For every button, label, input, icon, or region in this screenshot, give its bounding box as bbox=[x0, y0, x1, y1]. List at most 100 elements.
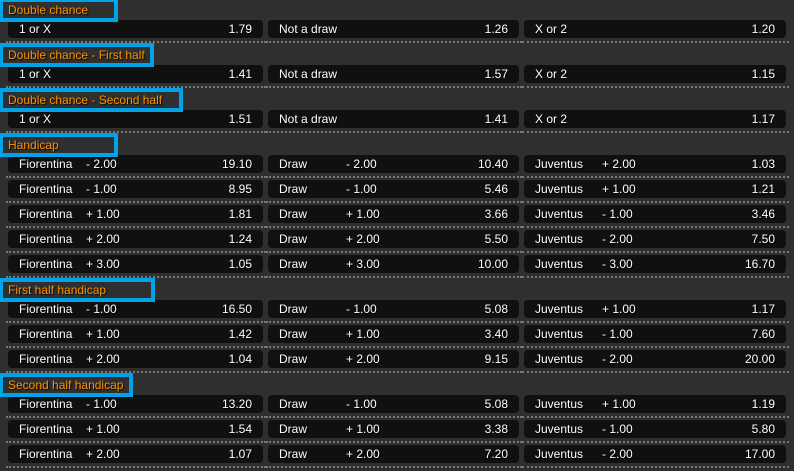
odds-value: 5.50 bbox=[484, 232, 508, 246]
handicap-value: + 1.00 bbox=[346, 422, 380, 436]
selection-label: Fiorentina bbox=[19, 157, 73, 171]
odds-cell[interactable]: Juventus + 1.00 1.19 bbox=[522, 395, 789, 418]
selection-label: Juventus bbox=[535, 352, 584, 366]
section-rows: 1 or X 1.51 Not a draw 1.41 X or 2 1.17 bbox=[0, 110, 794, 133]
selection-label: Draw bbox=[279, 327, 308, 341]
selection-label: Draw bbox=[279, 157, 308, 171]
handicap-value: + 3.00 bbox=[346, 257, 380, 271]
odds-value: 1.54 bbox=[228, 422, 252, 436]
odds-cell[interactable]: Fiorentina + 3.00 1.05 bbox=[6, 255, 266, 278]
odds-value: 8.95 bbox=[228, 182, 252, 196]
odds-cell[interactable]: Not a draw 1.26 bbox=[266, 20, 522, 43]
selection-label: 1 or X bbox=[19, 22, 52, 36]
odds-cell[interactable]: Not a draw 1.41 bbox=[266, 110, 522, 133]
odds-cell[interactable]: Draw + 2.00 9.15 bbox=[266, 350, 522, 373]
selection-label: Not a draw bbox=[279, 22, 338, 36]
odds-cell[interactable]: 1 or X 1.51 bbox=[6, 110, 266, 133]
odds-cell[interactable]: X or 2 1.15 bbox=[522, 65, 789, 88]
odds-cell[interactable]: Fiorentina - 1.00 16.50 bbox=[6, 300, 266, 323]
odds-cell[interactable]: Fiorentina + 1.00 1.42 bbox=[6, 325, 266, 348]
odds-cell[interactable]: Fiorentina + 1.00 1.81 bbox=[6, 205, 266, 228]
handicap-value: + 2.00 bbox=[86, 352, 120, 366]
odds-cell[interactable]: Draw + 2.00 5.50 bbox=[266, 230, 522, 253]
odds-section-first-half-handicap: First half handicap Fiorentina - 1.00 16.50… bbox=[0, 278, 794, 373]
selection-label: Draw bbox=[279, 207, 308, 221]
odds-cell[interactable]: Juventus + 1.00 1.21 bbox=[522, 180, 789, 203]
handicap-value: + 2.00 bbox=[346, 447, 380, 461]
section-header: Double chance - First half bbox=[0, 43, 794, 67]
odds-cell[interactable]: Juventus - 3.00 16.70 bbox=[522, 255, 789, 278]
odds-cell[interactable]: Fiorentina - 2.00 19.10 bbox=[6, 155, 266, 178]
odds-cell[interactable]: Juventus + 2.00 1.03 bbox=[522, 155, 789, 178]
selection-label: Draw bbox=[279, 422, 308, 436]
selection-label: Juventus bbox=[535, 422, 584, 436]
betting-odds-panel: Double chance 1 or X 1.79 Not a draw 1.26 X o… bbox=[0, 0, 794, 471]
odds-cell[interactable]: Juventus - 1.00 7.60 bbox=[522, 325, 789, 348]
odds-value: 5.80 bbox=[751, 422, 775, 436]
odds-cell[interactable]: Draw + 2.00 7.20 bbox=[266, 445, 522, 468]
odds-row: Fiorentina + 1.00 1.81 Draw + 1.00 3.66 Juvent… bbox=[6, 205, 789, 228]
odds-section-double-chance: Double chance 1 or X 1.79 Not a draw 1.26 X o… bbox=[0, 0, 794, 43]
odds-cell[interactable]: Not a draw 1.57 bbox=[266, 65, 522, 88]
odds-cell[interactable]: Draw - 1.00 5.08 bbox=[266, 395, 522, 418]
selection-label: Fiorentina bbox=[19, 352, 73, 366]
selection-label: Juventus bbox=[535, 257, 584, 271]
odds-cell[interactable]: X or 2 1.17 bbox=[522, 110, 789, 133]
odds-section-double-chance-second-half: Double chance - Second half 1 or X 1.51 Not… bbox=[0, 88, 794, 133]
selection-label: Fiorentina bbox=[19, 327, 73, 341]
odds-cell[interactable]: Draw + 3.00 10.00 bbox=[266, 255, 522, 278]
selection-label: Juventus bbox=[535, 182, 584, 196]
odds-cell[interactable]: Juventus - 1.00 5.80 bbox=[522, 420, 789, 443]
odds-cell[interactable]: Draw - 2.00 10.40 bbox=[266, 155, 522, 178]
odds-cell[interactable]: Fiorentina + 1.00 1.54 bbox=[6, 420, 266, 443]
selection-label: Not a draw bbox=[279, 112, 338, 126]
handicap-value: - 2.00 bbox=[602, 232, 633, 246]
odds-cell[interactable]: Fiorentina + 2.00 1.07 bbox=[6, 445, 266, 468]
selection-label: X or 2 bbox=[535, 112, 568, 126]
odds-cell[interactable]: Fiorentina + 2.00 1.04 bbox=[6, 350, 266, 373]
odds-value: 1.05 bbox=[228, 257, 252, 271]
handicap-value: - 1.00 bbox=[346, 302, 377, 316]
section-title: Double chance - Second half bbox=[8, 93, 163, 107]
odds-cell[interactable]: Juventus - 2.00 17.00 bbox=[522, 445, 789, 468]
selection-label: Fiorentina bbox=[19, 397, 73, 411]
odds-cell[interactable]: Draw + 1.00 3.66 bbox=[266, 205, 522, 228]
odds-row: Fiorentina - 1.00 16.50 Draw - 1.00 5.08 Juven… bbox=[6, 300, 789, 323]
odds-cell[interactable]: Juventus - 1.00 3.46 bbox=[522, 205, 789, 228]
selection-label: Juventus bbox=[535, 207, 584, 221]
odds-value: 9.15 bbox=[484, 352, 508, 366]
odds-row: 1 or X 1.41 Not a draw 1.57 X or 2 1.15 bbox=[6, 65, 789, 88]
selection-label: Juventus bbox=[535, 157, 584, 171]
handicap-value: + 2.00 bbox=[346, 232, 380, 246]
odds-value: 1.19 bbox=[751, 397, 775, 411]
handicap-value: - 1.00 bbox=[86, 397, 117, 411]
odds-cell[interactable]: Draw - 1.00 5.46 bbox=[266, 180, 522, 203]
odds-cell[interactable]: Draw + 1.00 3.38 bbox=[266, 420, 522, 443]
selection-label: Fiorentina bbox=[19, 232, 73, 246]
odds-cell[interactable]: Draw + 1.00 3.40 bbox=[266, 325, 522, 348]
selection-label: Fiorentina bbox=[19, 182, 73, 196]
selection-label: Draw bbox=[279, 302, 308, 316]
odds-cell[interactable]: Fiorentina - 1.00 13.20 bbox=[6, 395, 266, 418]
odds-cell[interactable]: Juventus - 2.00 20.00 bbox=[522, 350, 789, 373]
odds-cell[interactable]: 1 or X 1.41 bbox=[6, 65, 266, 88]
odds-row: 1 or X 1.51 Not a draw 1.41 X or 2 1.17 bbox=[6, 110, 789, 133]
odds-cell[interactable]: Fiorentina + 2.00 1.24 bbox=[6, 230, 266, 253]
odds-cell[interactable]: 1 or X 1.79 bbox=[6, 20, 266, 43]
odds-value: 1.79 bbox=[228, 22, 252, 36]
handicap-value: - 3.00 bbox=[602, 257, 633, 271]
odds-cell[interactable]: Draw - 1.00 5.08 bbox=[266, 300, 522, 323]
odds-cell[interactable]: Fiorentina - 1.00 8.95 bbox=[6, 180, 266, 203]
selection-label: Fiorentina bbox=[19, 302, 73, 316]
odds-value: 16.50 bbox=[221, 302, 252, 316]
odds-cell[interactable]: Juventus - 2.00 7.50 bbox=[522, 230, 789, 253]
odds-cell[interactable]: Juventus + 1.00 1.17 bbox=[522, 300, 789, 323]
section-rows: 1 or X 1.79 Not a draw 1.26 X or 2 1.20 bbox=[0, 20, 794, 43]
odds-value: 1.07 bbox=[228, 447, 252, 461]
handicap-value: - 1.00 bbox=[602, 207, 633, 221]
section-rows: Fiorentina - 1.00 16.50 Draw - 1.00 5.08 Juven… bbox=[0, 300, 794, 373]
handicap-value: - 2.00 bbox=[86, 157, 117, 171]
odds-value: 7.60 bbox=[751, 327, 775, 341]
handicap-value: - 1.00 bbox=[86, 182, 117, 196]
odds-cell[interactable]: X or 2 1.20 bbox=[522, 20, 789, 43]
